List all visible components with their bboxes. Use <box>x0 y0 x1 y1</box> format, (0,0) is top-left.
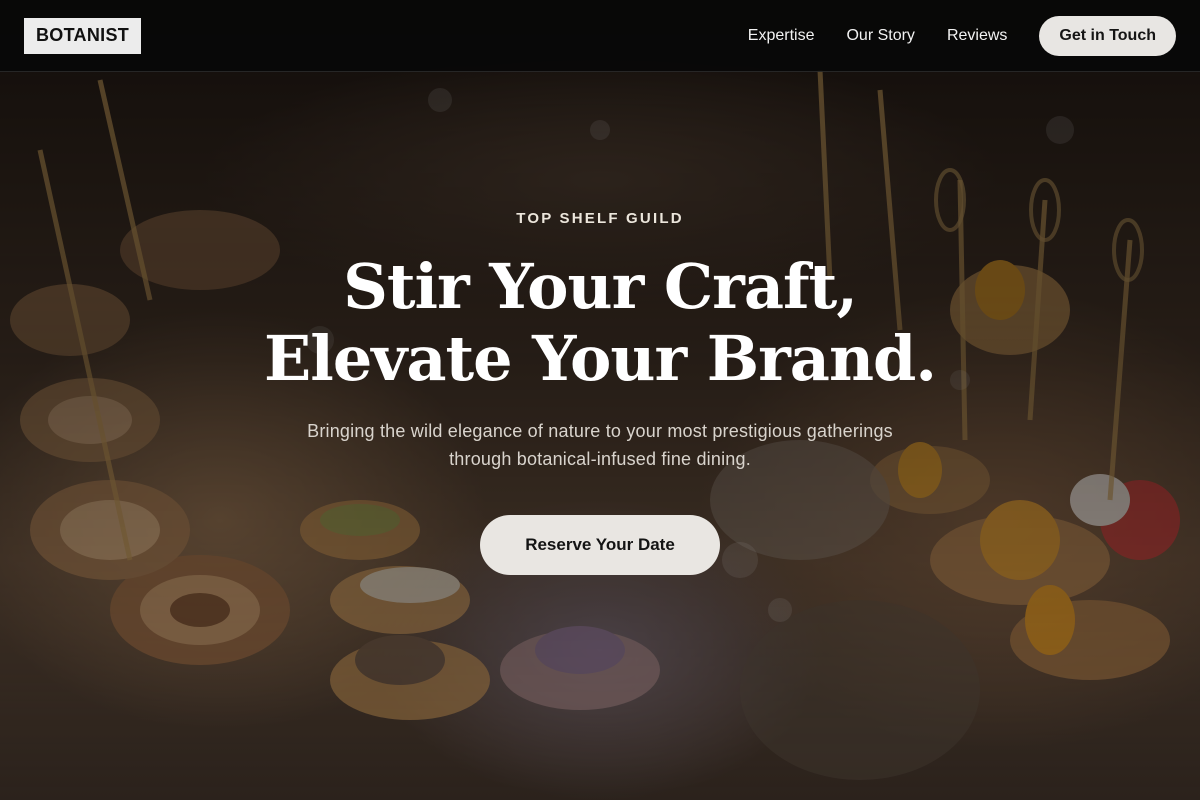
nav-link-expertise[interactable]: Expertise <box>748 27 815 45</box>
hero-eyebrow: TOP SHELF GUILD <box>516 210 684 227</box>
headline-line-1: Stir Your Craft, <box>343 250 858 323</box>
headline-line-2: Elevate Your Brand. <box>264 322 937 395</box>
hero-headline: Stir Your Craft, Elevate Your Brand. <box>0 251 1200 395</box>
hero-section: TOP SHELF GUILD Stir Your Craft, Elevate… <box>0 210 1200 575</box>
nav-link-our-story[interactable]: Our Story <box>846 27 914 45</box>
nav-link-reviews[interactable]: Reviews <box>947 27 1007 45</box>
reserve-date-button[interactable]: Reserve Your Date <box>480 515 720 575</box>
get-in-touch-button[interactable]: Get in Touch <box>1039 15 1176 56</box>
main-nav: Expertise Our Story Reviews Get in Touch <box>748 15 1176 56</box>
site-header: BOTANIST Expertise Our Story Reviews Get… <box>0 0 1200 72</box>
brand-logo[interactable]: BOTANIST <box>24 17 142 54</box>
hero-subtitle: Bringing the wild elegance of nature to … <box>307 421 893 469</box>
